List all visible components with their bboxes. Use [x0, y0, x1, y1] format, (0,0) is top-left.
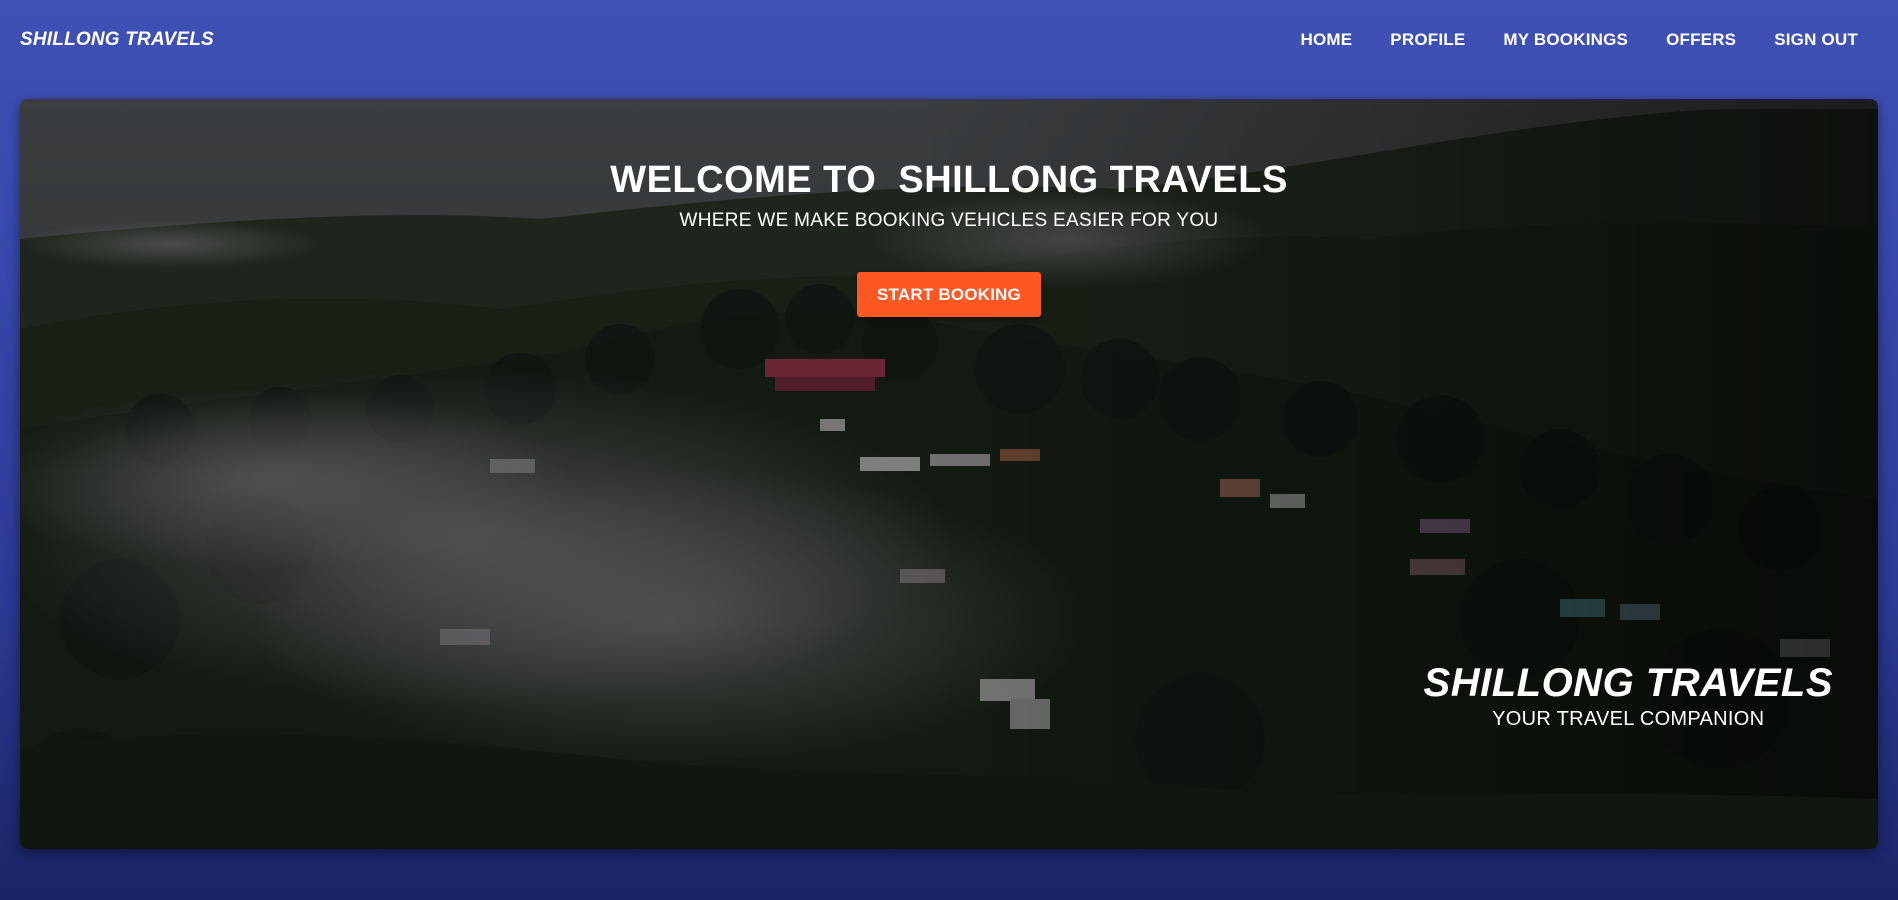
top-navbar: SHILLONG TRAVELS HOME PROFILE MY BOOKING… — [0, 0, 1898, 80]
hero-title: WELCOME TO SHILLONG TRAVELS — [610, 159, 1288, 201]
nav-sign-out[interactable]: SIGN OUT — [1755, 22, 1878, 58]
nav-profile[interactable]: PROFILE — [1371, 22, 1484, 58]
nav-home[interactable]: HOME — [1281, 22, 1371, 58]
hero-subtitle: WHERE WE MAKE BOOKING VEHICLES EASIER FO… — [679, 210, 1219, 231]
hero-center-content: WELCOME TO SHILLONG TRAVELS WHERE WE MAK… — [20, 159, 1878, 317]
nav-links: HOME PROFILE MY BOOKINGS OFFERS SIGN OUT — [1281, 22, 1878, 58]
hero-corner-branding: SHILLONG TRAVELS YOUR TRAVEL COMPANION — [1424, 661, 1833, 731]
hero-banner: WELCOME TO SHILLONG TRAVELS WHERE WE MAK… — [20, 99, 1878, 849]
nav-offers[interactable]: OFFERS — [1647, 22, 1755, 58]
start-booking-button[interactable]: START BOOKING — [857, 272, 1041, 317]
corner-subtitle: YOUR TRAVEL COMPANION — [1492, 708, 1765, 730]
brand-logo[interactable]: SHILLONG TRAVELS — [20, 29, 214, 51]
corner-title: SHILLONG TRAVELS — [1423, 661, 1833, 705]
nav-my-bookings[interactable]: MY BOOKINGS — [1484, 22, 1647, 58]
